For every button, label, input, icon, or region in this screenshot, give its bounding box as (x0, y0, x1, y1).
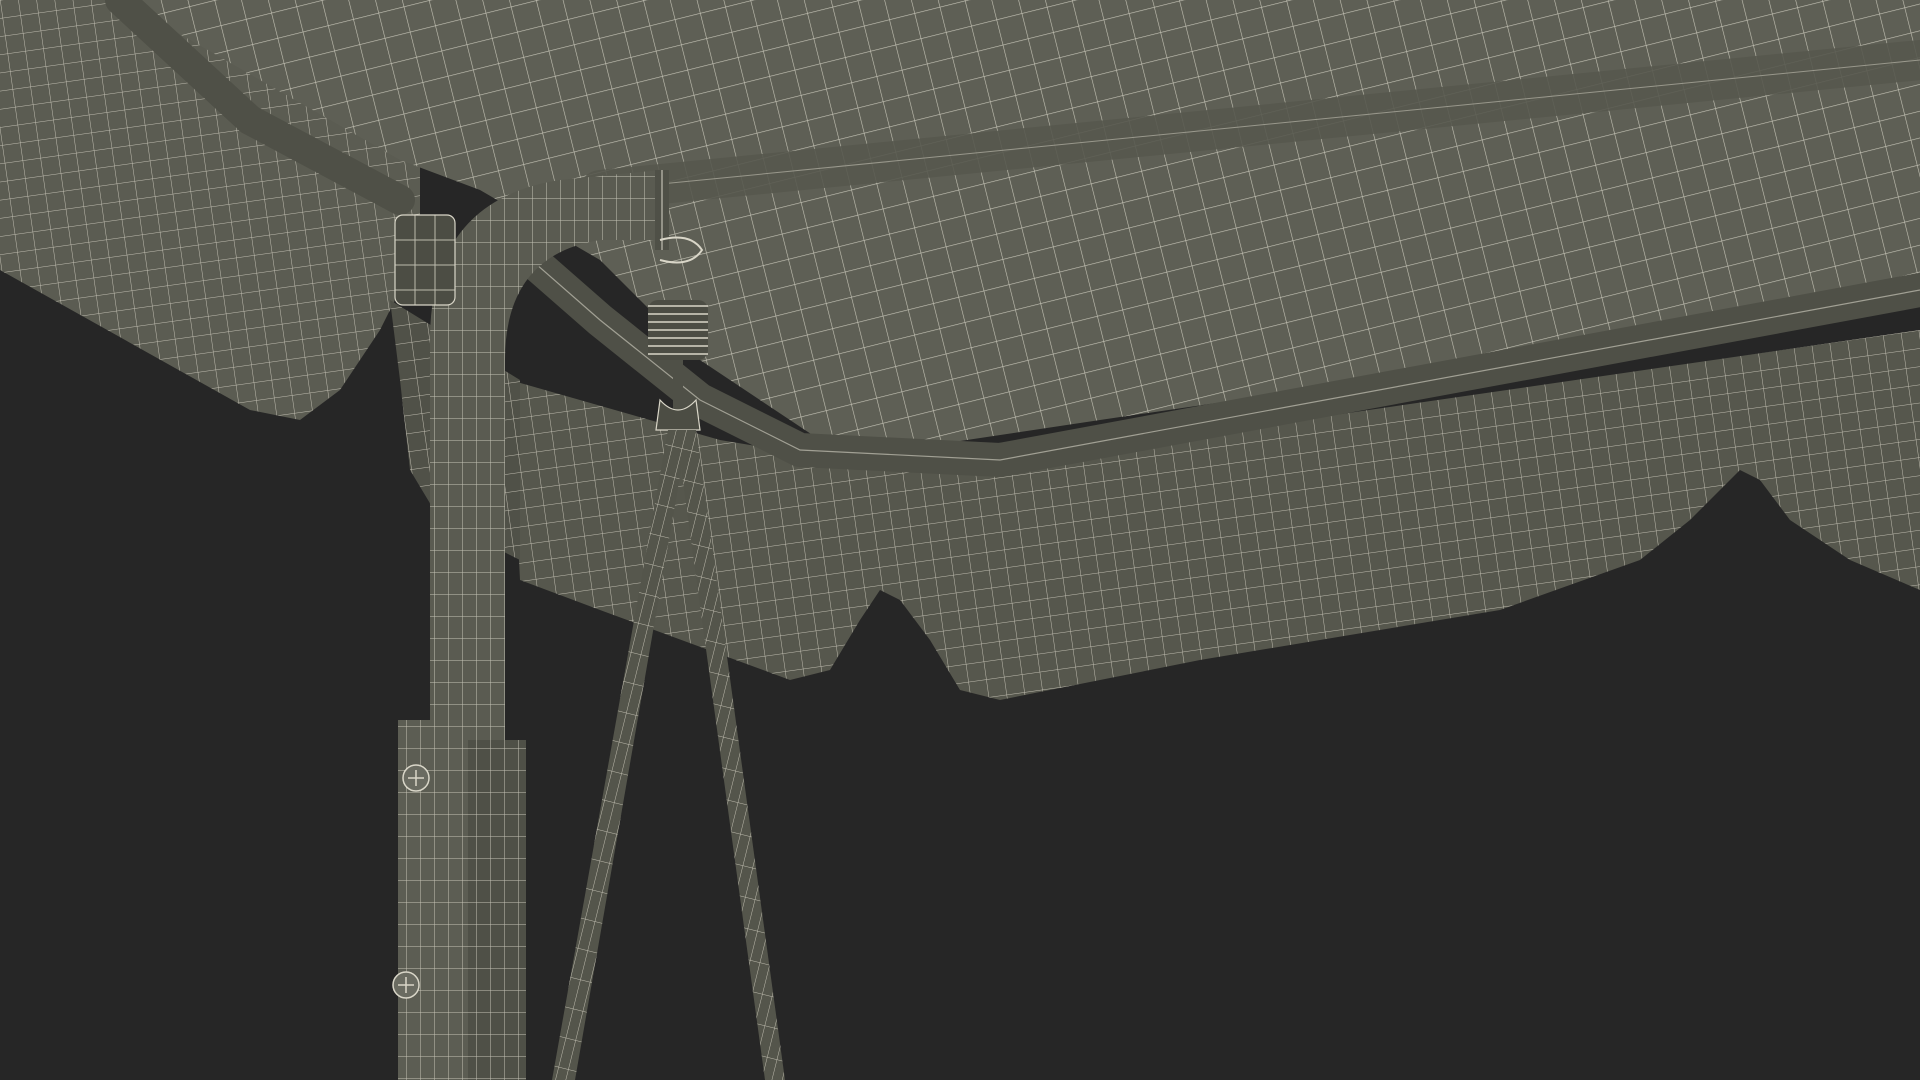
screw-top (402, 764, 430, 792)
wireframe-scene (0, 0, 1920, 1080)
render-viewport (0, 0, 1920, 1080)
screw-bottom (392, 971, 420, 999)
pole-bracket (394, 214, 456, 306)
